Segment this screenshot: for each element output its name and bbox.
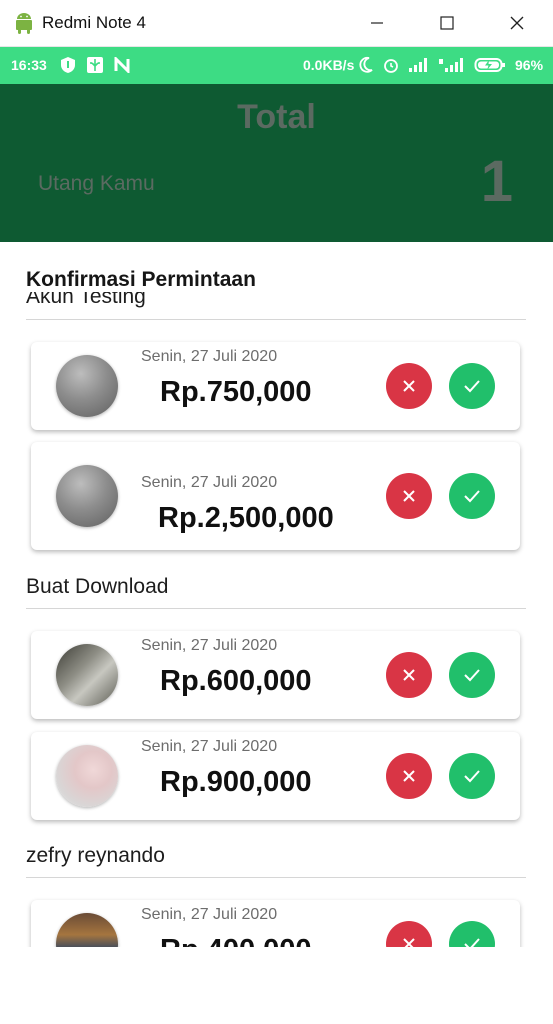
request-card[interactable]: Senin, 27 Juli 2020 Rp.900,000 bbox=[31, 732, 520, 820]
phone-screen: 16:33 0.0KB/s 96% Total Utang Kamu 1 Kon… bbox=[0, 47, 553, 1024]
avatar bbox=[56, 355, 118, 417]
group-name: Buat Download bbox=[26, 575, 169, 598]
status-battery: 96% bbox=[515, 57, 544, 73]
accept-button[interactable] bbox=[449, 363, 495, 409]
check-icon bbox=[464, 380, 480, 393]
header-count: 1 bbox=[480, 149, 513, 214]
reject-button[interactable] bbox=[386, 921, 432, 947]
avatar bbox=[56, 913, 118, 947]
request-date: Senin, 27 Juli 2020 bbox=[141, 637, 278, 654]
android-icon bbox=[16, 13, 32, 34]
check-icon bbox=[464, 490, 480, 503]
close-icon bbox=[510, 16, 524, 30]
request-card[interactable]: Senin, 27 Juli 2020 Rp.750,000 bbox=[31, 342, 520, 430]
close-icon bbox=[403, 770, 415, 782]
accept-button[interactable] bbox=[449, 921, 495, 947]
close-icon bbox=[403, 490, 415, 502]
request-date: Senin, 27 Juli 2020 bbox=[141, 474, 278, 491]
check-icon bbox=[464, 770, 480, 783]
request-card[interactable]: Senin, 27 Juli 2020 Rp.600,000 bbox=[31, 631, 520, 719]
close-icon bbox=[403, 380, 415, 392]
bottom-area bbox=[0, 947, 553, 1024]
request-amount: Rp.400,000 bbox=[160, 934, 312, 947]
status-netspeed: 0.0KB/s bbox=[303, 57, 355, 73]
accept-button[interactable] bbox=[449, 753, 495, 799]
moon-icon bbox=[359, 56, 373, 73]
summary-header: Total Utang Kamu 1 bbox=[0, 84, 553, 242]
status-icons-left bbox=[60, 56, 130, 74]
request-date: Senin, 27 Juli 2020 bbox=[141, 738, 278, 755]
accept-button[interactable] bbox=[449, 473, 495, 519]
status-time: 16:33 bbox=[11, 57, 47, 73]
minimize-icon bbox=[371, 22, 383, 24]
request-date: Senin, 27 Juli 2020 bbox=[141, 348, 278, 365]
avatar bbox=[56, 745, 118, 807]
reject-button[interactable] bbox=[386, 652, 432, 698]
close-button[interactable] bbox=[482, 0, 552, 46]
reject-button[interactable] bbox=[386, 473, 432, 519]
request-amount: Rp.2,500,000 bbox=[158, 502, 334, 534]
sheet-title: Konfirmasi Permintaan bbox=[26, 268, 262, 292]
header-label: Utang Kamu bbox=[38, 172, 155, 195]
minimize-button[interactable] bbox=[342, 0, 412, 46]
request-card[interactable]: Senin, 27 Juli 2020 Rp.2,500,000 bbox=[31, 442, 520, 550]
group-divider bbox=[26, 319, 526, 320]
window-title: Redmi Note 4 bbox=[42, 13, 146, 32]
window-titlebar: Redmi Note 4 bbox=[0, 0, 553, 47]
request-date: Senin, 27 Juli 2020 bbox=[141, 906, 278, 923]
signal-icon bbox=[409, 58, 427, 72]
close-icon bbox=[403, 938, 415, 947]
request-amount: Rp.600,000 bbox=[160, 665, 312, 697]
check-icon bbox=[464, 669, 480, 682]
group-name: zefry reynando bbox=[26, 844, 165, 867]
reject-button[interactable] bbox=[386, 753, 432, 799]
confirmation-sheet: Konfirmasi Permintaan Akun Testing Senin… bbox=[0, 242, 553, 947]
close-icon bbox=[403, 669, 415, 681]
group-divider bbox=[26, 608, 526, 609]
check-icon bbox=[464, 938, 480, 947]
signal-4g-icon bbox=[439, 58, 463, 72]
request-amount: Rp.900,000 bbox=[160, 766, 312, 798]
maximize-button[interactable] bbox=[412, 0, 482, 46]
shield-icon bbox=[61, 57, 75, 73]
maximize-icon bbox=[440, 16, 454, 30]
status-bar: 16:33 0.0KB/s 96% bbox=[0, 47, 553, 84]
header-title: Total bbox=[237, 98, 316, 136]
avatar bbox=[56, 644, 118, 706]
status-icons-right bbox=[358, 56, 506, 74]
alarm-icon bbox=[384, 59, 398, 73]
request-amount: Rp.750,000 bbox=[160, 376, 312, 408]
accept-button[interactable] bbox=[449, 652, 495, 698]
n-icon bbox=[114, 57, 130, 73]
request-card[interactable]: Senin, 27 Juli 2020 Rp.400,000 bbox=[31, 900, 520, 947]
battery-charging-icon bbox=[474, 58, 505, 72]
avatar bbox=[56, 465, 118, 527]
usb-icon bbox=[87, 57, 103, 73]
reject-button[interactable] bbox=[386, 363, 432, 409]
group-divider bbox=[26, 877, 526, 878]
